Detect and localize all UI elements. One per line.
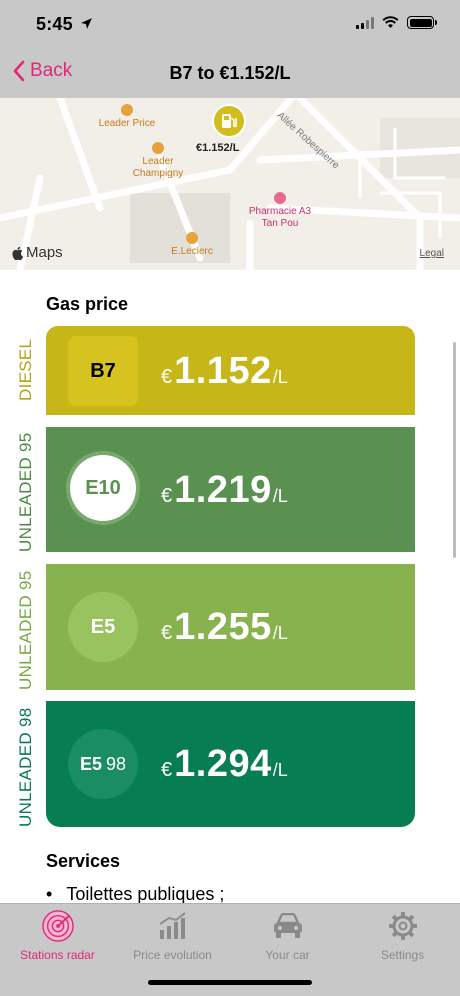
fuel-category-label: UNLEADED 98 — [16, 707, 35, 827]
gas-price-heading: Gas price — [46, 294, 129, 314]
fuel-price: € 1.152 /L — [161, 350, 288, 392]
shopping-bag-icon — [121, 104, 133, 116]
back-button[interactable]: Back — [12, 60, 72, 82]
tab-your-car[interactable]: Your car — [230, 910, 345, 962]
tab-price-evolution[interactable]: Price evolution — [115, 910, 230, 962]
shopping-bag-icon — [186, 232, 198, 244]
station-pin-label: €1.152/L — [196, 142, 240, 154]
back-button-label: Back — [30, 60, 73, 81]
fuel-price: € 1.255 /L — [161, 606, 288, 648]
gear-icon — [387, 910, 419, 942]
fuel-price: € 1.294 /L — [161, 743, 288, 785]
maps-attribution: Maps — [12, 244, 63, 261]
bullet: • — [46, 884, 53, 904]
radar-icon — [41, 910, 74, 942]
chart-icon — [157, 910, 189, 942]
fuel-price: € 1.219 /L — [161, 469, 288, 511]
car-icon — [272, 910, 304, 942]
fuel-code-badge: E5 — [68, 592, 138, 662]
home-indicator[interactable] — [148, 980, 312, 985]
chevron-left-icon — [13, 60, 25, 82]
tab-settings[interactable]: Settings — [345, 910, 460, 962]
map-poi[interactable]: Leader Champigny — [122, 142, 194, 180]
fuel-card-b7[interactable]: B7 € 1.152 /L — [46, 326, 415, 415]
status-bar: 5:45 — [0, 0, 460, 50]
wifi-icon — [382, 16, 399, 28]
fuel-code-badge: E5 98 — [68, 729, 138, 799]
station-map[interactable]: Allée Robespierre Leader Price Leader Ch… — [0, 98, 460, 270]
status-indicators — [356, 16, 437, 29]
tab-stations-radar[interactable]: Stations radar — [0, 910, 115, 962]
station-pin[interactable] — [212, 104, 246, 138]
fuel-code-badge: E10 — [70, 455, 136, 521]
apple-logo-icon — [12, 246, 24, 260]
fuel-category-label: UNLEADED 95 — [16, 432, 35, 552]
maps-brand-label: Maps — [26, 244, 63, 261]
map-poi[interactable]: Leader Price — [92, 104, 162, 130]
shopping-bag-icon — [152, 142, 164, 154]
navigation-bar: Back B7 to €1.152/L — [0, 50, 460, 98]
services-heading: Services — [46, 851, 121, 871]
scroll-indicator[interactable] — [453, 342, 456, 558]
fuel-code-badge: B7 — [68, 336, 138, 406]
status-time: 5:45 — [36, 14, 73, 34]
map-poi[interactable]: E.Leclerc — [160, 232, 224, 258]
cellular-signal-icon — [356, 16, 374, 29]
fuel-pump-icon — [222, 114, 237, 128]
legal-link[interactable]: Legal — [420, 248, 444, 259]
battery-icon — [407, 16, 437, 29]
service-list-item: • Toilettes publiques ; — [46, 884, 225, 904]
pharmacy-icon — [274, 192, 286, 204]
fuel-category-label: DIESEL — [16, 338, 35, 401]
fuel-card-e5-98[interactable]: E5 98 € 1.294 /L — [46, 701, 415, 827]
fuel-card-e5[interactable]: E5 € 1.255 /L — [46, 564, 415, 690]
map-poi[interactable]: Pharmacie A3 Tan Pou — [248, 192, 312, 230]
fuel-category-label: UNLEADED 95 — [16, 570, 35, 690]
fuel-card-e10[interactable]: E10 € 1.219 /L — [46, 427, 415, 552]
location-arrow-icon — [81, 18, 92, 29]
